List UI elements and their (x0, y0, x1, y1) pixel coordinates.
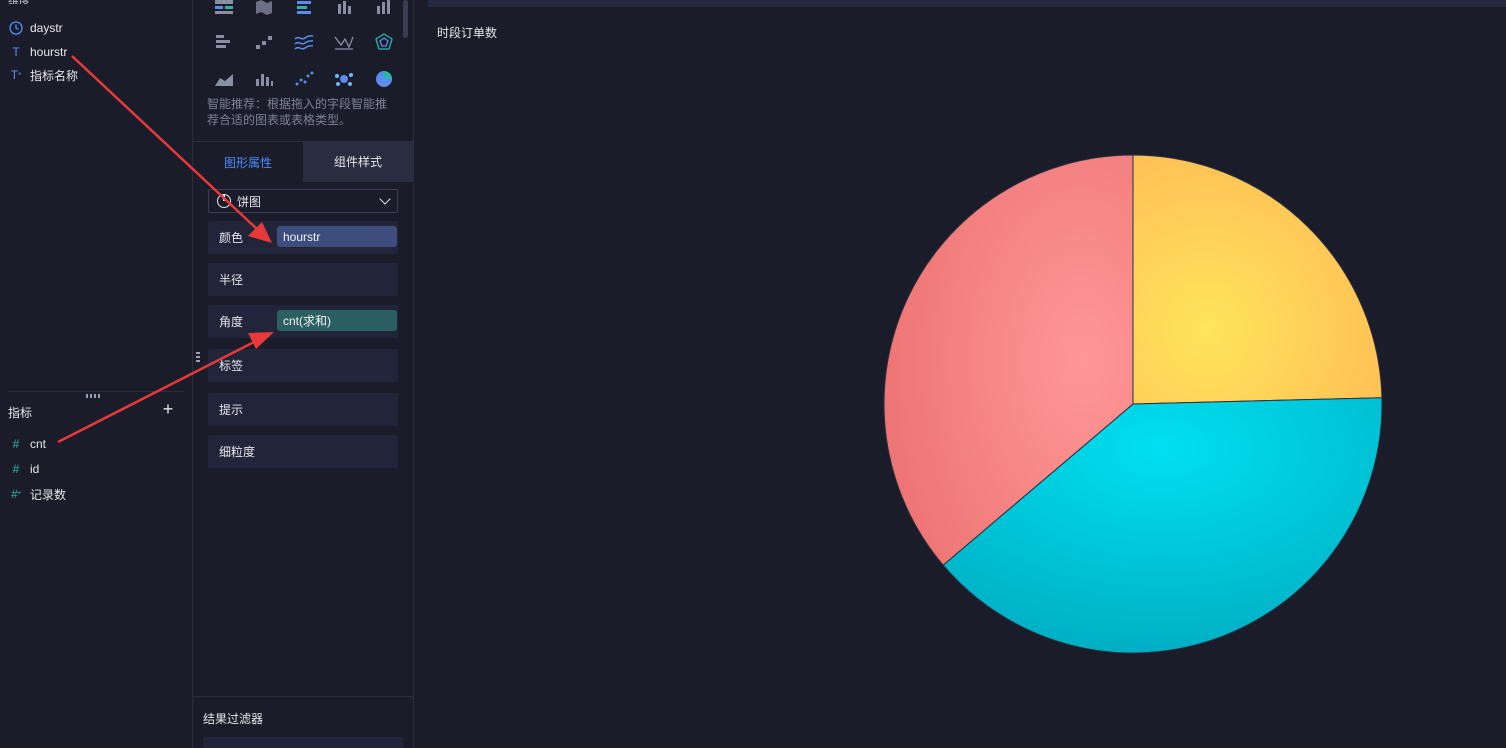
histogram-icon[interactable] (253, 70, 275, 88)
field-item-cnt[interactable]: # cnt (8, 434, 46, 454)
field-panel: 维度 daystr T hourstr T* 指标名称 指标 + # cnt #… (0, 0, 193, 748)
tab-graph-properties[interactable]: 图形属性 (193, 141, 303, 182)
prop-label-setting[interactable]: 标签 (208, 349, 398, 382)
field-label: hourstr (30, 45, 68, 59)
field-item-hourstr[interactable]: T hourstr (8, 42, 67, 62)
stacked-bar-icon[interactable] (293, 0, 315, 16)
bubble-chart-icon[interactable] (333, 70, 355, 88)
resize-handle[interactable] (196, 352, 200, 362)
result-filter-title: 结果过滤器 (203, 712, 264, 726)
prop-label: 角度 (219, 315, 244, 329)
tab-component-style[interactable]: 组件样式 (303, 141, 413, 182)
result-filter-dropzone[interactable] (203, 737, 403, 748)
prop-label: 标签 (219, 359, 244, 373)
horizontal-bar-icon[interactable] (213, 33, 235, 51)
prop-angle[interactable]: 角度 cnt(求和) (208, 305, 398, 338)
map-chart-icon[interactable] (253, 0, 275, 16)
config-tabs: 图形属性 组件样式 (193, 141, 413, 182)
prop-label: 提示 (219, 403, 244, 417)
table-chart-icon[interactable] (213, 0, 235, 16)
text-calc-icon: T * (10, 68, 22, 82)
pie-chart (883, 154, 1383, 654)
field-item-daystr[interactable]: daystr (8, 18, 63, 38)
prop-label: 颜色 (219, 231, 244, 245)
field-item-record-count[interactable]: # * 记录数 (8, 484, 66, 504)
add-measure-button[interactable]: + (160, 400, 176, 418)
prop-granularity[interactable]: 细粒度 (208, 435, 398, 468)
prop-color[interactable]: 颜色 hourstr (208, 221, 398, 254)
hash-icon: # (12, 437, 20, 451)
prop-label: 细粒度 (219, 445, 256, 459)
scatter-chart-icon[interactable] (293, 70, 315, 88)
chart-type-value: 饼图 (237, 194, 262, 209)
column-chart-icon[interactable] (333, 0, 355, 16)
prop-tooltip[interactable]: 提示 (208, 393, 398, 426)
canvas-toolbar (428, 0, 1506, 7)
chevron-down-icon (379, 193, 391, 205)
pie-slice[interactable] (1132, 154, 1383, 405)
field-label: 指标名称 (30, 68, 79, 83)
waterfall-chart-icon[interactable] (253, 33, 275, 51)
field-item-metric-name[interactable]: T * 指标名称 (8, 65, 78, 85)
radar-chart-icon[interactable] (373, 33, 395, 51)
field-pill-cnt-sum[interactable]: cnt(求和) (277, 310, 397, 331)
config-panel: 智能推荐：根据拖入的字段智能推荐合适的图表或表格类型。 图形属性 组件样式 饼图… (193, 0, 414, 748)
pie-icon (217, 194, 231, 208)
multi-line-icon[interactable] (293, 33, 315, 51)
clock-icon (8, 20, 24, 36)
field-label: 记录数 (30, 487, 67, 502)
field-label: daystr (30, 21, 63, 35)
field-label: id (30, 462, 40, 476)
field-pill-hourstr[interactable]: hourstr (277, 226, 397, 247)
hash-calc-icon: # * (11, 487, 21, 501)
recommend-hint: 智能推荐：根据拖入的字段智能推荐合适的图表或表格类型。 (207, 97, 388, 127)
measure-section-title: 指标 (8, 406, 33, 420)
combo-line-icon[interactable] (333, 33, 355, 51)
area-chart-icon[interactable] (213, 70, 235, 88)
prop-radius[interactable]: 半径 (208, 263, 398, 296)
resize-handle[interactable] (86, 394, 100, 398)
chart-type-select[interactable]: 饼图 (208, 189, 398, 213)
grouped-column-icon[interactable] (373, 0, 395, 16)
section-divider (193, 696, 413, 697)
field-label: cnt (30, 437, 47, 451)
dimension-section-title: 维度 (8, 0, 36, 4)
chart-title: 时段订单数 (437, 26, 498, 40)
text-type-icon: T (12, 45, 20, 59)
field-item-id[interactable]: # id (8, 459, 40, 479)
scrollbar[interactable] (403, 0, 408, 38)
section-divider (8, 391, 184, 392)
pie-chart-icon[interactable] (373, 70, 395, 88)
hash-icon: # (12, 462, 20, 476)
prop-label: 半径 (219, 273, 244, 287)
